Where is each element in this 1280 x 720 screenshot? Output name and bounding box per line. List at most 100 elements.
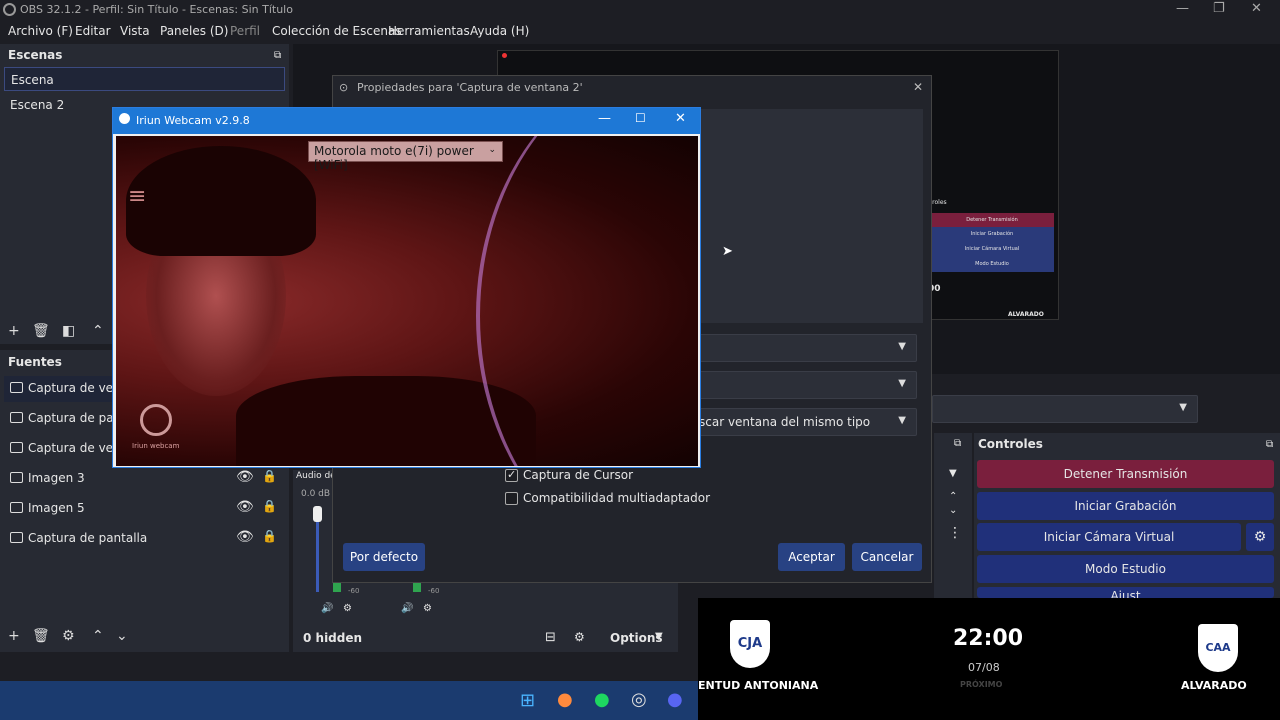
menu-profile[interactable]: Perfil — [230, 24, 260, 38]
audio-settings-icon[interactable]: ⚙ — [423, 603, 432, 614]
audio-db: 0.0 dB — [301, 489, 331, 499]
menu-bar: Archivo (F) Editar Vista Paneles (D) Per… — [0, 20, 1280, 42]
iriun-title: Iriun Webcam v2.9.8 — [136, 114, 250, 127]
chevron-down-icon: ▼ — [1179, 402, 1187, 413]
nested-btn: Iniciar Grabación — [930, 227, 1054, 241]
multiadapter-checkbox[interactable] — [505, 492, 518, 505]
minimize-icon[interactable]: — — [598, 111, 611, 126]
spotify-icon[interactable]: ● — [594, 689, 610, 710]
advanced-audio-icon[interactable]: ⚙ — [574, 630, 585, 644]
light-arc — [476, 136, 698, 466]
iriun-logo-icon — [119, 113, 130, 124]
move-up-icon[interactable]: ⌃ — [92, 628, 104, 644]
virtual-cam-settings-icon[interactable]: ⚙ — [1246, 523, 1274, 551]
scene-item[interactable]: Escena — [4, 67, 285, 91]
maximize-icon[interactable]: ❐ — [1213, 1, 1225, 16]
lock-icon[interactable]: 🔒 — [262, 469, 277, 483]
start-virtual-cam-button[interactable]: Iniciar Cámara Virtual — [977, 523, 1241, 551]
menu-scene-collection[interactable]: Colección de Escenas — [272, 24, 402, 38]
dock-undock-icon[interactable]: ⧉ — [954, 438, 961, 449]
source-label: Imagen 3 — [28, 471, 85, 485]
window-select[interactable]: ▼ — [693, 334, 917, 362]
source-label: Captura de pantalla — [28, 531, 148, 545]
discord-icon[interactable]: ● — [667, 689, 683, 710]
menu-edit[interactable]: Editar — [75, 24, 111, 38]
add-source-icon[interactable]: + — [8, 628, 20, 644]
image-icon — [10, 502, 23, 513]
accept-button[interactable]: Aceptar — [778, 543, 845, 571]
visibility-eye-icon[interactable]: 👁 — [236, 469, 254, 485]
move-down-icon[interactable]: ⌄ — [116, 628, 128, 644]
transition-select[interactable]: ▼ — [932, 395, 1198, 423]
add-scene-icon[interactable]: + — [8, 323, 20, 339]
dock-undock-icon[interactable]: ⧉ — [274, 50, 281, 61]
obs-taskbar-icon[interactable]: ◎ — [631, 689, 647, 710]
capture-cursor-checkbox[interactable]: ✓ — [505, 468, 518, 482]
controls-title: Controles — [978, 437, 1043, 451]
device-select[interactable]: Motorola moto e(7i) power [WiFi] ⌄ — [308, 141, 503, 172]
audio-label: Audio de — [296, 471, 336, 481]
menu-view[interactable]: Vista — [120, 24, 150, 38]
move-up-icon[interactable]: ⌃ — [92, 323, 104, 339]
more-icon[interactable]: ⋮ — [948, 525, 962, 541]
scenes-title: Escenas — [8, 48, 63, 62]
iriun-window: Iriun Webcam v2.9.8 — ☐ ✕ ≡ Iriun webcam… — [112, 107, 701, 468]
mouse-cursor-icon: ➤ — [722, 244, 733, 259]
chevron-up-icon[interactable]: ⌃ — [949, 491, 957, 502]
menu-docks[interactable]: Paneles (D) — [160, 24, 228, 38]
dock-undock-icon[interactable]: ⧉ — [1266, 439, 1273, 450]
menu-help[interactable]: Ayuda (H) — [470, 24, 529, 38]
layout-icon[interactable]: ⊟ — [545, 630, 556, 645]
speaker-icon[interactable]: 🔊 — [401, 603, 413, 614]
rec-dot-icon — [502, 53, 507, 58]
remove-scene-icon[interactable]: 🗑 — [32, 323, 50, 339]
scene-filters-icon[interactable]: ◧ — [62, 323, 75, 339]
defaults-button[interactable]: Por defecto — [343, 543, 425, 571]
settings-button[interactable]: Ajust — [977, 587, 1274, 598]
lock-icon[interactable]: 🔒 — [262, 499, 277, 513]
maximize-icon[interactable]: ☐ — [635, 111, 646, 125]
nested-btn: Detener Transmisión — [930, 213, 1054, 227]
cancel-button[interactable]: Cancelar — [852, 543, 922, 571]
remove-source-icon[interactable]: 🗑 — [32, 628, 50, 644]
close-icon[interactable]: ✕ — [913, 80, 923, 94]
menu-tools[interactable]: Herramientas — [388, 24, 470, 38]
menu-icon[interactable]: ≡ — [128, 184, 146, 209]
firefox-icon[interactable]: ● — [557, 689, 573, 710]
source-row[interactable]: Captura de pantalla 👁 🔒 — [4, 526, 284, 552]
close-icon[interactable]: ✕ — [1251, 1, 1262, 16]
lock-icon[interactable]: 🔒 — [262, 529, 277, 543]
minimize-icon[interactable]: — — [1176, 1, 1189, 16]
dialog-preview — [693, 109, 923, 323]
speaker-icon[interactable]: 🔊 — [321, 603, 333, 614]
display-capture-icon — [10, 532, 23, 543]
window-capture-icon — [10, 442, 23, 453]
check-icon: ✓ — [507, 468, 517, 481]
audio-settings-icon[interactable]: ⚙ — [343, 603, 352, 614]
studio-mode-button[interactable]: Modo Estudio — [977, 555, 1274, 583]
chevron-down-icon[interactable]: ▼ — [655, 631, 663, 642]
nested-team: ALVARADO — [1008, 311, 1044, 318]
capture-cursor-label: Captura de Cursor — [523, 468, 634, 482]
volume-slider-handle[interactable] — [313, 506, 322, 522]
chevron-down-icon[interactable]: ▼ — [949, 468, 957, 479]
start-icon[interactable]: ⊞ — [520, 690, 535, 711]
source-row[interactable]: Imagen 3 👁 🔒 — [4, 466, 284, 492]
chevron-down-icon[interactable]: ⌄ — [949, 505, 957, 516]
dialog-icon: ⊙ — [339, 81, 349, 94]
method-select[interactable]: ▼ — [693, 371, 917, 399]
priority-select[interactable]: scar ventana del mismo tipo ▼ — [693, 408, 917, 436]
home-crest: CJA — [730, 620, 770, 668]
away-team: ALVARADO — [1181, 679, 1247, 692]
start-recording-button[interactable]: Iniciar Grabación — [977, 492, 1274, 520]
source-settings-icon[interactable]: ⚙ — [62, 628, 75, 644]
visibility-eye-icon[interactable]: 👁 — [236, 499, 254, 515]
source-row[interactable]: Imagen 5 👁 🔒 — [4, 496, 284, 522]
stop-stream-button[interactable]: Detener Transmisión — [977, 460, 1274, 488]
menu-file[interactable]: Archivo (F) — [8, 24, 73, 38]
nested-btn: Iniciar Cámara Virtual — [930, 241, 1054, 257]
iriun-watermark: Iriun webcam — [132, 442, 180, 450]
taskbar: ⊞ ● ● ◎ ● — [0, 681, 698, 720]
close-icon[interactable]: ✕ — [675, 111, 686, 126]
visibility-eye-icon[interactable]: 👁 — [236, 529, 254, 545]
